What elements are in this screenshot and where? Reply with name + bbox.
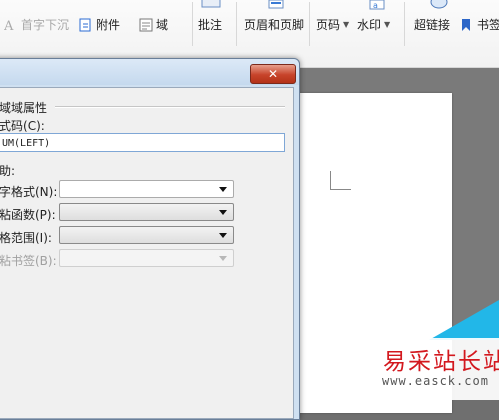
- close-icon: ✕: [267, 67, 279, 81]
- table-range-label: 格范围(I):: [0, 231, 52, 245]
- bookmark-button[interactable]: 书签: [460, 16, 499, 33]
- comment-icon: [200, 0, 222, 10]
- hyperlink-icon: [428, 0, 450, 10]
- comment-button[interactable]: 批注: [198, 16, 222, 33]
- document-margin: [453, 86, 499, 326]
- comment-label: 批注: [198, 18, 223, 32]
- svg-text:A: A: [4, 19, 14, 32]
- header-footer-label: 页眉和页脚: [244, 18, 305, 32]
- table-range-select[interactable]: [59, 226, 234, 244]
- hyperlink-label: 超链接: [414, 18, 451, 32]
- page-number-button[interactable]: 页码 ▼: [316, 16, 349, 33]
- number-format-select[interactable]: [59, 180, 234, 198]
- dialog-body: 域域属性 式码(C): UM(LEFT) 助: 字格式(N): 粘函数(P): …: [0, 87, 294, 419]
- section-label: 助:: [0, 164, 16, 178]
- drop-cap-icon: A: [3, 18, 17, 34]
- code-label-text: 式码: [0, 119, 24, 133]
- watermark-icon: a: [368, 0, 388, 10]
- field-code-label: 式码(C):: [0, 117, 45, 134]
- field-icon: [139, 18, 153, 32]
- header-footer-button[interactable]: 页眉和页脚: [244, 16, 304, 33]
- chevron-down-icon: [219, 187, 227, 192]
- chevron-down-icon: [219, 210, 227, 215]
- watermark-url: www.easck.com: [382, 374, 489, 388]
- divider: [192, 2, 193, 46]
- header-footer-icon: [266, 0, 286, 10]
- field-button[interactable]: 域: [139, 16, 168, 33]
- field-properties-group: 域域属性: [0, 99, 47, 116]
- paste-function-select[interactable]: [59, 203, 234, 221]
- attachment-label: 附件: [96, 18, 121, 32]
- code-label-suffix: (C):: [23, 119, 45, 133]
- drop-cap-button[interactable]: A 首字下沉: [3, 16, 70, 34]
- bookmark-label: 书签: [477, 18, 499, 32]
- watermark-site-name: 易采站长站: [383, 349, 499, 375]
- decorative-corner: [429, 300, 499, 340]
- page-number-label: 页码: [316, 18, 341, 32]
- chevron-down-icon: [219, 233, 227, 238]
- divider: [236, 2, 237, 46]
- group-title: 域属性: [11, 101, 48, 115]
- group-divider: [55, 106, 285, 108]
- paste-bookmark-label: 粘书签(B):: [0, 254, 57, 268]
- field-dialog: ✕ 域域属性 式码(C): UM(LEFT) 助: 字格式(N): 粘函数(P)…: [0, 58, 300, 420]
- field-code-input[interactable]: UM(LEFT): [0, 133, 285, 152]
- divider: [309, 2, 310, 46]
- attachment-button[interactable]: 附件: [79, 16, 120, 33]
- chevron-down-icon: ▼: [384, 20, 391, 29]
- svg-text:a: a: [373, 1, 378, 10]
- drop-cap-label: 首字下沉: [21, 18, 70, 32]
- group-prefix: 域: [0, 101, 12, 115]
- site-watermark: 易采站长站 www.easck.com: [368, 338, 499, 400]
- margin-corner-mark: [330, 171, 351, 190]
- bookmark-icon: [460, 18, 473, 32]
- chevron-down-icon: ▼: [343, 20, 350, 29]
- attachment-icon: [79, 18, 92, 32]
- divider: [404, 2, 405, 46]
- watermark-label: 水印: [357, 18, 382, 32]
- hyperlink-button[interactable]: 超链接: [414, 16, 450, 33]
- number-format-label: 字格式(N):: [0, 185, 58, 199]
- chevron-down-icon: [219, 256, 227, 261]
- close-button[interactable]: ✕: [250, 64, 296, 84]
- paste-function-label: 粘函数(P):: [0, 208, 56, 222]
- paste-bookmark-select[interactable]: [59, 249, 234, 267]
- field-label: 域: [156, 18, 169, 32]
- watermark-button[interactable]: 水印 ▼: [357, 16, 390, 33]
